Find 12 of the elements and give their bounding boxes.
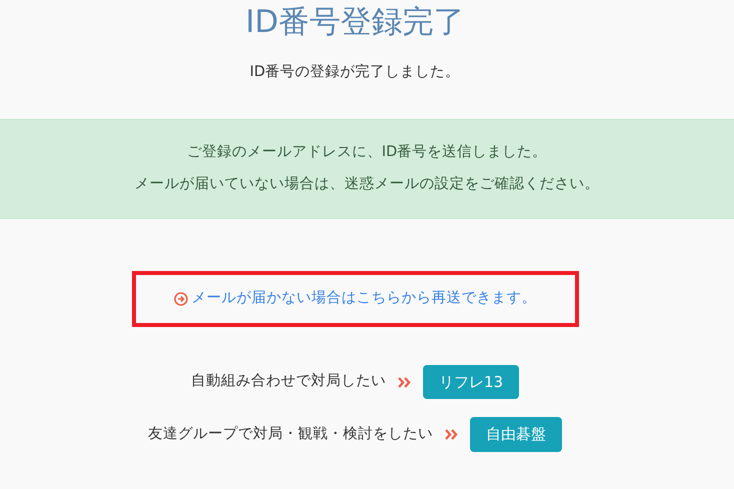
- action-button[interactable]: 自由碁盤: [470, 417, 562, 452]
- alert-text: メールが届いていない場合は、迷惑メールの設定をご確認ください。: [134, 174, 600, 194]
- page-title: ID番号登録完了: [244, 3, 466, 42]
- subtitle: ID番号の登録が完了しました。: [248, 62, 462, 82]
- action-button[interactable]: リフレ13: [422, 364, 520, 400]
- arrow-circle-icon: [174, 292, 188, 306]
- action-label: 自動組み合わせで対局したい: [190, 372, 386, 392]
- resend-link[interactable]: メールが届かない場合はこちらから再送できます。: [174, 288, 536, 310]
- alert-text: ご登録のメールアドレスに、ID番号を送信しました。: [186, 142, 548, 162]
- double-chevron-icon: [445, 429, 458, 440]
- action-label: 友達グループで対局・観戦・検討をしたい: [148, 424, 433, 444]
- double-chevron-icon: [398, 376, 411, 388]
